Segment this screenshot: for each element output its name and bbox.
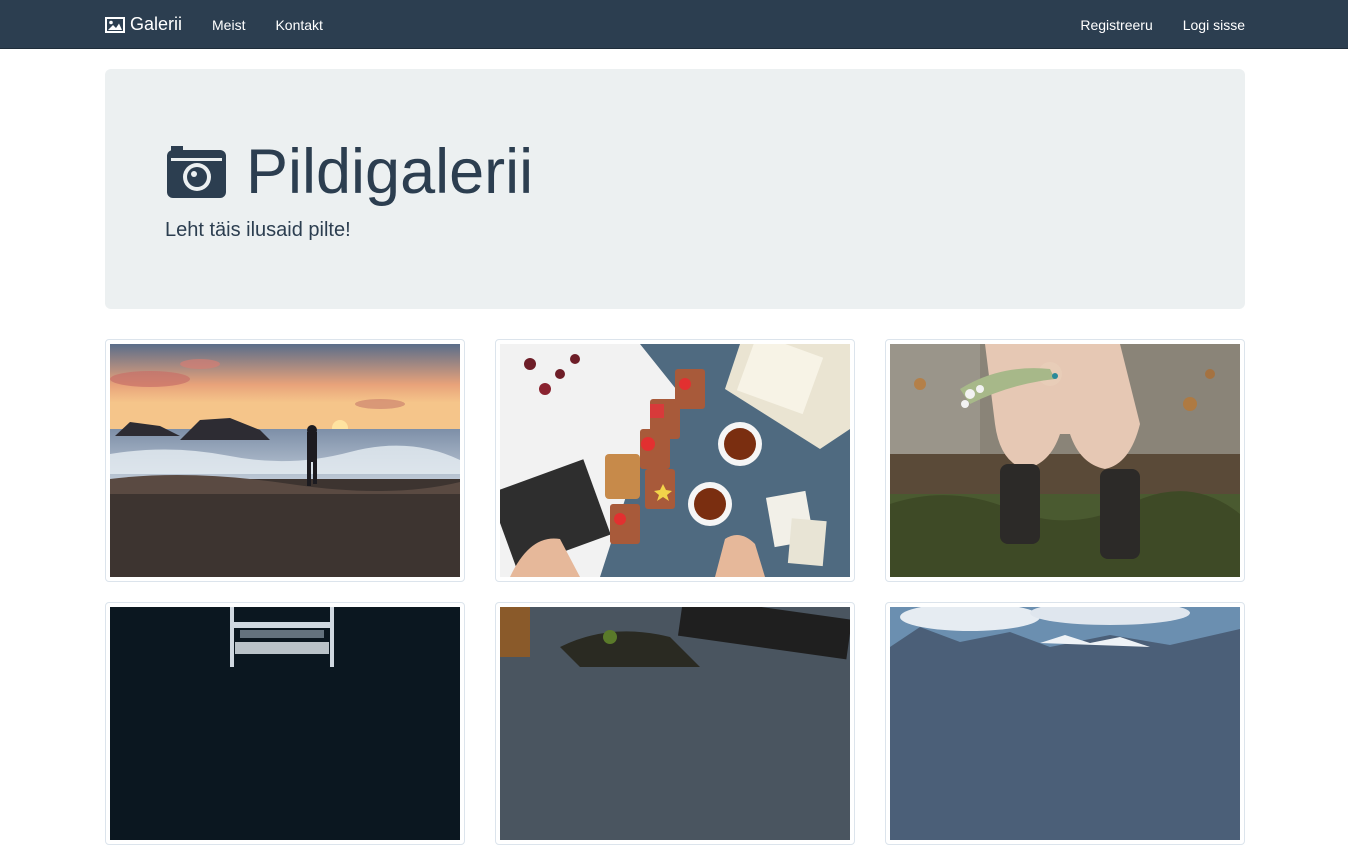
brand-link[interactable]: Galerii	[105, 14, 182, 35]
camera-icon	[167, 146, 226, 198]
navbar-left: Galerii Meist Kontakt	[105, 14, 323, 35]
gallery-thumbnail[interactable]	[495, 602, 855, 845]
jumbotron-title: Pildigalerii	[165, 139, 533, 205]
page-title: Pildigalerii	[246, 137, 534, 207]
jumbotron-lead: Leht täis ilusaid pilte!	[165, 219, 351, 241]
navbar: Galerii Meist Kontakt Registreeru Logi s…	[0, 0, 1348, 49]
brand-label: Galerii	[130, 14, 183, 34]
gallery-thumbnail[interactable]	[105, 339, 465, 582]
gallery-thumbnail[interactable]	[885, 339, 1245, 582]
flowers-boots-photo	[890, 344, 1240, 577]
nav-link-login[interactable]: Logi sisse	[1183, 17, 1245, 33]
nav-link-register[interactable]: Registreeru	[1080, 17, 1152, 33]
navbar-inner: Galerii Meist Kontakt Registreeru Logi s…	[105, 0, 1245, 49]
tea-breakfast-photo	[500, 344, 850, 577]
mountain-landscape-photo	[890, 607, 1240, 840]
gallery-thumbnail[interactable]	[885, 602, 1245, 845]
navbar-right: Registreeru Logi sisse	[1080, 17, 1245, 33]
sunset-beach-photo	[110, 344, 460, 577]
gallery-thumbnail[interactable]	[495, 339, 855, 582]
food-table-photo	[500, 607, 850, 840]
nav-link-kontakt[interactable]: Kontakt	[275, 17, 322, 33]
jumbotron: Pildigalerii Leht täis ilusaid pilte!	[105, 69, 1245, 309]
nav-link-meist[interactable]: Meist	[212, 17, 245, 33]
image-icon	[105, 16, 125, 33]
concert-stage-photo	[110, 607, 460, 840]
gallery-thumbnail[interactable]	[105, 602, 465, 845]
